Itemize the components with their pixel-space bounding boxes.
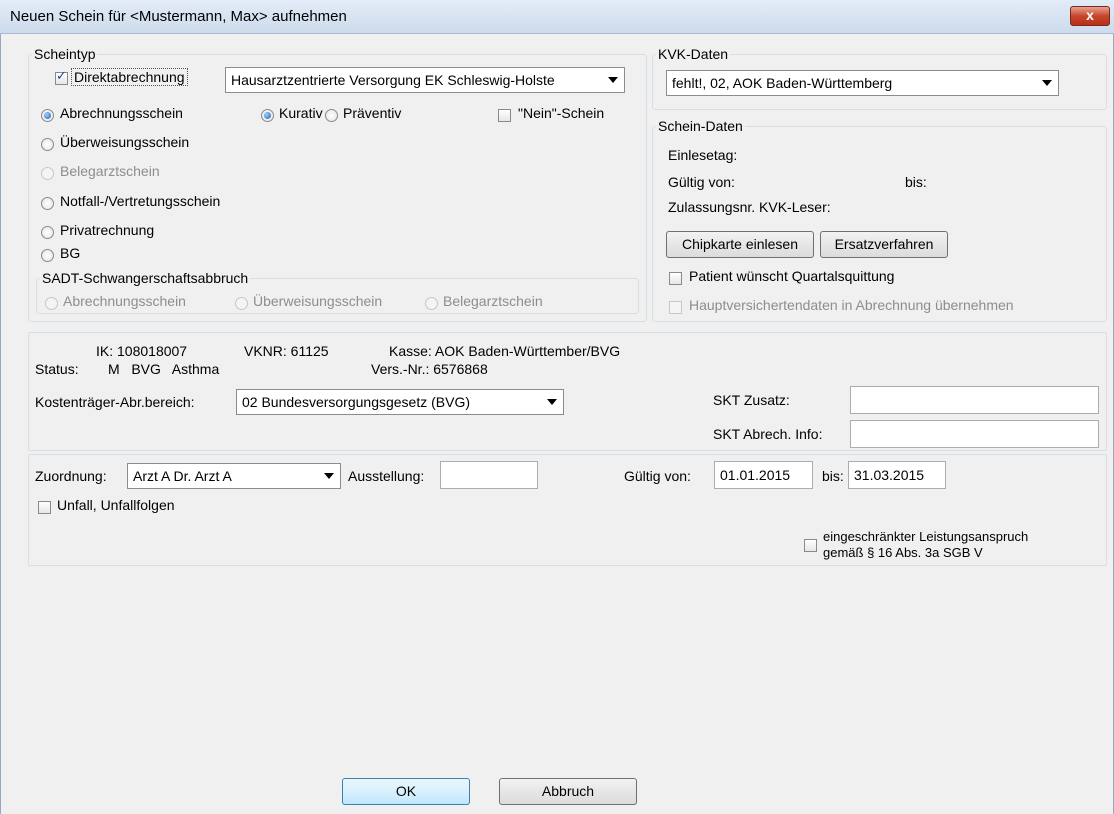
vknr-text: VKNR: 61125 [244, 343, 329, 359]
zuordnung-label: Zuordnung: [35, 468, 107, 484]
radio-notfall[interactable] [41, 197, 54, 210]
label-sadt-abrechnungsschein: Abrechnungsschein [63, 293, 186, 309]
kostentraeger-select[interactable]: 02 Bundesversorgungsgesetz (BVG) [236, 389, 564, 415]
schein-daten-legend: Schein-Daten [658, 118, 743, 134]
bis-value: 31.03.2015 [854, 467, 925, 483]
unfall-label: Unfall, Unfallfolgen [57, 497, 175, 513]
bis-input[interactable]: 31.03.2015 [848, 461, 946, 489]
ersatzverfahren-label: Ersatzverfahren [834, 236, 934, 252]
close-icon: x [1086, 7, 1094, 23]
chevron-down-icon [324, 473, 334, 479]
label-sadt-belegarztschein: Belegarztschein [443, 293, 543, 309]
ausstellung-input[interactable] [440, 461, 538, 489]
radio-ueberweisungsschein[interactable] [41, 138, 54, 151]
vertrag-value: Hausarztzentrierte Versorgung EK Schlesw… [231, 72, 555, 88]
direktabrechnung-checkbox[interactable] [55, 69, 68, 85]
skt-abrech-input[interactable] [850, 420, 1099, 448]
radio-sadt-belegarztschein[interactable] [425, 297, 438, 310]
leistungsanspruch-checkbox[interactable] [804, 539, 817, 552]
gueltig-von-input[interactable]: 01.01.2015 [714, 461, 813, 489]
label-nein-schein: "Nein"-Schein [518, 105, 605, 121]
label-notfall: Notfall-/Vertretungsschein [60, 193, 221, 209]
quartalsquittung-checkbox[interactable] [669, 272, 682, 285]
kostentraeger-label: Kostenträger-Abr.bereich: [35, 394, 195, 410]
quartalsquittung-label: Patient wünscht Quartalsquittung [689, 268, 895, 284]
ok-button[interactable]: OK [342, 778, 470, 805]
status-values: M BVG Asthma [108, 361, 220, 377]
radio-privatrechnung[interactable] [41, 226, 54, 239]
scheintyp-legend: Scheintyp [34, 46, 96, 62]
radio-bg[interactable] [41, 249, 54, 262]
skt-abrech-label: SKT Abrech. Info: [713, 426, 823, 442]
radio-kurativ[interactable] [261, 109, 274, 122]
chipkarte-label: Chipkarte einlesen [682, 236, 798, 252]
radio-praeventiv[interactable] [325, 109, 338, 122]
title-bar: Neuen Schein für <Mustermann, Max> aufne… [0, 0, 1114, 34]
leistungsanspruch-line1: eingeschränkter Leistungsanspruch [823, 529, 1029, 544]
kasse-text: Kasse: AOK Baden-Württember/BVG [389, 343, 621, 359]
ok-label: OK [395, 783, 417, 799]
skt-zusatz-input[interactable] [850, 386, 1099, 414]
gueltig-von-label: Gültig von: [668, 174, 735, 190]
leistungsanspruch-line2: gemäß § 16 Abs. 3a SGB V [823, 545, 983, 560]
ausstellung-label: Ausstellung: [348, 468, 425, 484]
label-ueberweisungsschein: Überweisungsschein [60, 134, 190, 150]
sadt-legend: SADT-Schwangerschaftsabbruch [42, 270, 249, 286]
kvk-select[interactable]: fehlt!, 02, AOK Baden-Württemberg [666, 70, 1059, 96]
radio-sadt-ueberweisungsschein[interactable] [235, 297, 248, 310]
zuordnung-select[interactable]: Arzt A Dr. Arzt A [127, 463, 341, 489]
ersatzverfahren-button[interactable]: Ersatzverfahren [820, 231, 948, 258]
kvk-value: fehlt!, 02, AOK Baden-Württemberg [672, 75, 893, 91]
radio-abrechnungsschein[interactable] [41, 109, 54, 122]
status-label: Status: [35, 361, 79, 377]
label-abrechnungsschein: Abrechnungsschein [60, 105, 183, 121]
radio-belegarztschein[interactable] [41, 167, 54, 180]
nein-schein-checkbox[interactable] [498, 109, 511, 122]
chevron-down-icon [1042, 80, 1052, 86]
window-title: Neuen Schein für <Mustermann, Max> aufne… [10, 8, 347, 25]
hauptversicherten-checkbox[interactable] [669, 301, 682, 314]
radio-sadt-abrechnungsschein[interactable] [45, 297, 58, 310]
chipkarte-einlesen-button[interactable]: Chipkarte einlesen [666, 231, 814, 258]
label-privatrechnung: Privatrechnung [60, 222, 155, 238]
label-praeventiv: Präventiv [343, 105, 402, 121]
close-button[interactable]: x [1070, 6, 1110, 26]
einlesetag-label: Einlesetag: [668, 147, 738, 163]
skt-zusatz-label: SKT Zusatz: [713, 392, 790, 408]
zuordnung-bis-label: bis: [822, 468, 844, 484]
chevron-down-icon [608, 77, 618, 83]
chevron-down-icon [547, 399, 557, 405]
label-sadt-ueberweisungsschein: Überweisungsschein [253, 293, 383, 309]
kvk-legend: KVK-Daten [658, 46, 729, 62]
direktabrechnung-label: Direktabrechnung [71, 68, 188, 86]
unfall-checkbox[interactable] [38, 501, 51, 514]
bis-label: bis: [905, 174, 927, 190]
abbruch-label: Abbruch [541, 783, 595, 799]
label-bg: BG [60, 245, 81, 261]
zuordnung-gueltig-von-label: Gültig von: [624, 468, 691, 484]
gueltig-von-value: 01.01.2015 [720, 467, 791, 483]
abbruch-button[interactable]: Abbruch [499, 778, 637, 805]
kostentraeger-value: 02 Bundesversorgungsgesetz (BVG) [242, 394, 471, 410]
vers-nr-text: Vers.-Nr.: 6576868 [371, 361, 488, 377]
label-belegarztschein: Belegarztschein [60, 163, 160, 179]
hauptversicherten-label: Hauptversichertendaten in Abrechnung übe… [689, 297, 1014, 313]
ik-text: IK: 108018007 [96, 343, 188, 359]
dialog-body: Scheintyp Direktabrechnung Hausarztzentr… [0, 34, 1114, 814]
vertrag-select[interactable]: Hausarztzentrierte Versorgung EK Schlesw… [225, 67, 625, 93]
zulassungsnr-label: Zulassungsnr. KVK-Leser: [668, 199, 831, 215]
zuordnung-value: Arzt A Dr. Arzt A [133, 468, 232, 484]
label-kurativ: Kurativ [279, 105, 323, 121]
